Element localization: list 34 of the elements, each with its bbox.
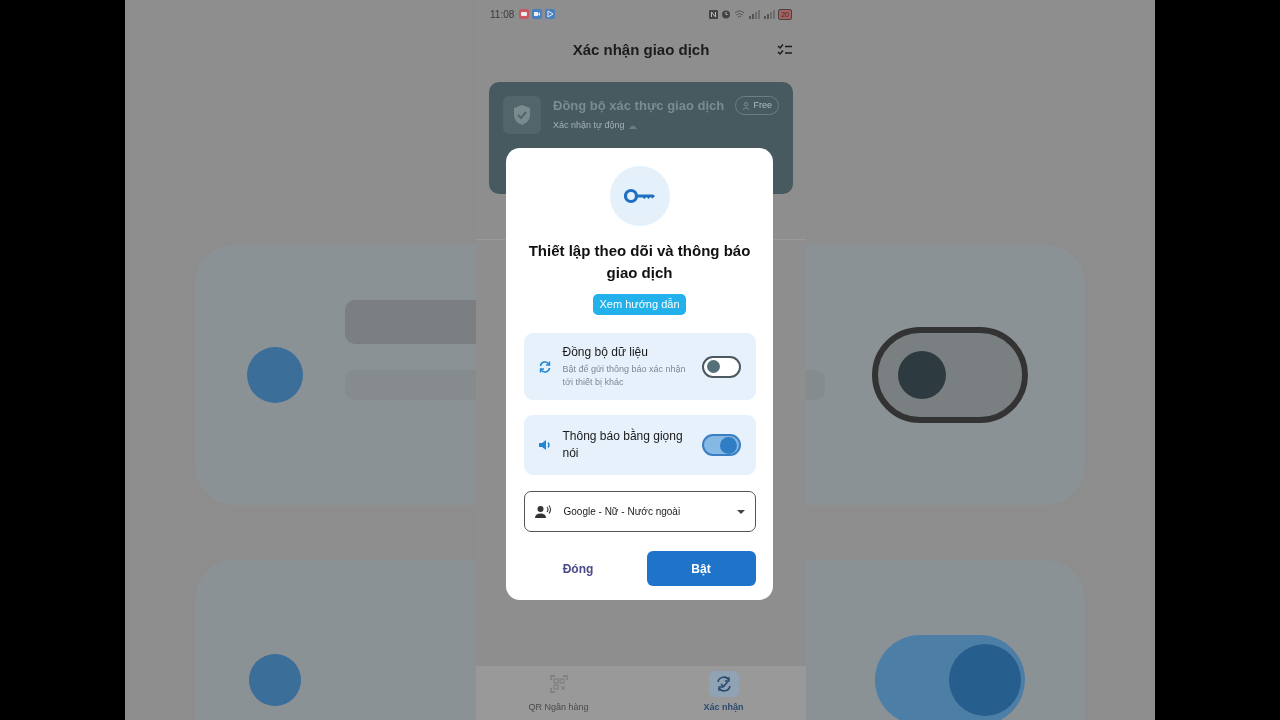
qr-code-icon: [548, 674, 569, 695]
nfc-icon: [709, 9, 719, 19]
toggle-switch[interactable]: [701, 434, 741, 456]
wifi-icon: [734, 9, 746, 19]
alarm-icon: [721, 9, 732, 19]
signal-icon: [763, 9, 776, 19]
record-icon: [519, 9, 530, 19]
key-icon: [623, 188, 656, 204]
nav-tab[interactable]: QR Ngân hàng: [476, 666, 641, 720]
enable-button[interactable]: Bật: [646, 551, 756, 586]
dialog-title: Thiết lập theo dõi và thông báo giao dịch: [527, 241, 752, 283]
badge-label: Free: [753, 99, 772, 112]
shield-icon: [503, 96, 541, 134]
sync-icon: [537, 359, 552, 374]
person-icon: [742, 101, 751, 110]
select-value: Google - Nữ - Nước ngoài: [563, 505, 682, 519]
play-icon: [545, 9, 556, 19]
nav-tab[interactable]: Xác nhận: [641, 666, 806, 720]
setting-title: Thông báo bằng giọng nói: [562, 428, 684, 462]
guide-button[interactable]: Xem hướng dẫn: [593, 294, 686, 315]
toggle-switch[interactable]: [701, 355, 741, 378]
voice-person-icon: [534, 505, 552, 518]
status-time: 11:08: [490, 7, 515, 22]
checklist-icon[interactable]: [777, 44, 793, 56]
voice-select[interactable]: Google - Nữ - Nước ngoài: [523, 491, 756, 532]
signal-icon: [748, 9, 761, 19]
setting-title: Đồng bộ dữ liệu: [562, 344, 649, 361]
screen-title: Xác nhận giao dịch: [572, 39, 710, 60]
close-button[interactable]: Đóng: [523, 551, 633, 586]
video-icon: [532, 9, 543, 19]
speaker-icon: [537, 439, 552, 451]
setting-description: Bật để gửi thông báo xác nhận tới thiết bị khác: [562, 363, 687, 389]
dropdown-caret-icon: [736, 509, 745, 514]
card-subtitle: Xác nhận tự động: [553, 118, 625, 132]
